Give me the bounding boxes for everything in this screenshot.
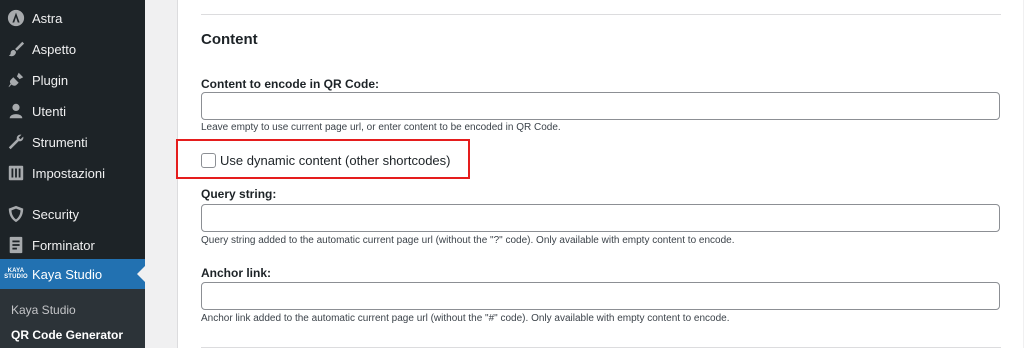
dynamic-content-label[interactable]: Use dynamic content (other shortcodes) xyxy=(220,153,451,168)
wrench-icon xyxy=(6,132,26,152)
sidebar-item-label: Utenti xyxy=(32,103,66,119)
sidebar-item-security[interactable]: Security xyxy=(0,199,145,229)
admin-sidebar: Astra Aspetto Plugin Utenti Strumenti Im… xyxy=(0,0,145,348)
paintbrush-icon xyxy=(6,39,26,59)
divider xyxy=(201,14,1001,15)
section-title: Content xyxy=(201,31,258,48)
query-string-input[interactable] xyxy=(201,204,1000,232)
content-input[interactable] xyxy=(201,92,1000,120)
dynamic-content-checkbox[interactable] xyxy=(201,153,216,168)
submenu-item-kaya-studio[interactable]: Kaya Studio xyxy=(11,303,76,317)
sidebar-item-plugin[interactable]: Plugin xyxy=(0,65,145,95)
dynamic-content-row: Use dynamic content (other shortcodes) xyxy=(201,153,451,168)
sidebar-item-label: Plugin xyxy=(32,72,69,88)
sidebar-item-astra[interactable]: Astra xyxy=(0,3,145,33)
sidebar-item-label: Impostazioni xyxy=(32,165,105,181)
sidebar-item-label: Aspetto xyxy=(32,41,77,57)
anchor-link-input[interactable] xyxy=(201,282,1000,310)
submenu-item-qr-code-generator[interactable]: QR Code Generator xyxy=(11,328,123,342)
kaya-studio-icon: KAYA STUDIO xyxy=(4,268,28,280)
settings-panel: Content Content to encode in QR Code: Le… xyxy=(176,0,1023,348)
plugin-icon xyxy=(6,70,26,90)
query-field-help: Query string added to the automatic curr… xyxy=(201,235,735,246)
content-field-label: Content to encode in QR Code: xyxy=(201,77,379,91)
sidebar-item-forminator[interactable]: Forminator xyxy=(0,230,145,260)
sidebar-item-label: Security xyxy=(32,206,79,222)
content-field-help: Leave empty to use current page url, or … xyxy=(201,122,561,133)
sidebar-item-label: Forminator xyxy=(32,237,95,253)
sidebar-item-label: Strumenti xyxy=(32,134,88,150)
sidebar-item-label: Astra xyxy=(32,10,63,26)
sidebar-submenu: Kaya Studio QR Code Generator xyxy=(0,289,145,348)
query-field-label: Query string: xyxy=(201,187,277,201)
shield-icon xyxy=(6,204,26,224)
sidebar-item-strumenti[interactable]: Strumenti xyxy=(0,127,145,157)
form-icon xyxy=(6,235,26,255)
anchor-field-help: Anchor link added to the automatic curre… xyxy=(201,313,730,324)
settings-icon xyxy=(6,163,26,183)
sidebar-item-aspetto[interactable]: Aspetto xyxy=(0,34,145,64)
sidebar-item-impostazioni[interactable]: Impostazioni xyxy=(0,158,145,188)
users-icon xyxy=(6,101,26,121)
sidebar-item-label: Kaya Studio xyxy=(32,266,103,282)
sidebar-item-kaya-studio[interactable]: KAYA STUDIO Kaya Studio xyxy=(0,259,145,289)
anchor-field-label: Anchor link: xyxy=(201,266,272,280)
astra-icon xyxy=(6,8,26,28)
sidebar-item-utenti[interactable]: Utenti xyxy=(0,96,145,126)
